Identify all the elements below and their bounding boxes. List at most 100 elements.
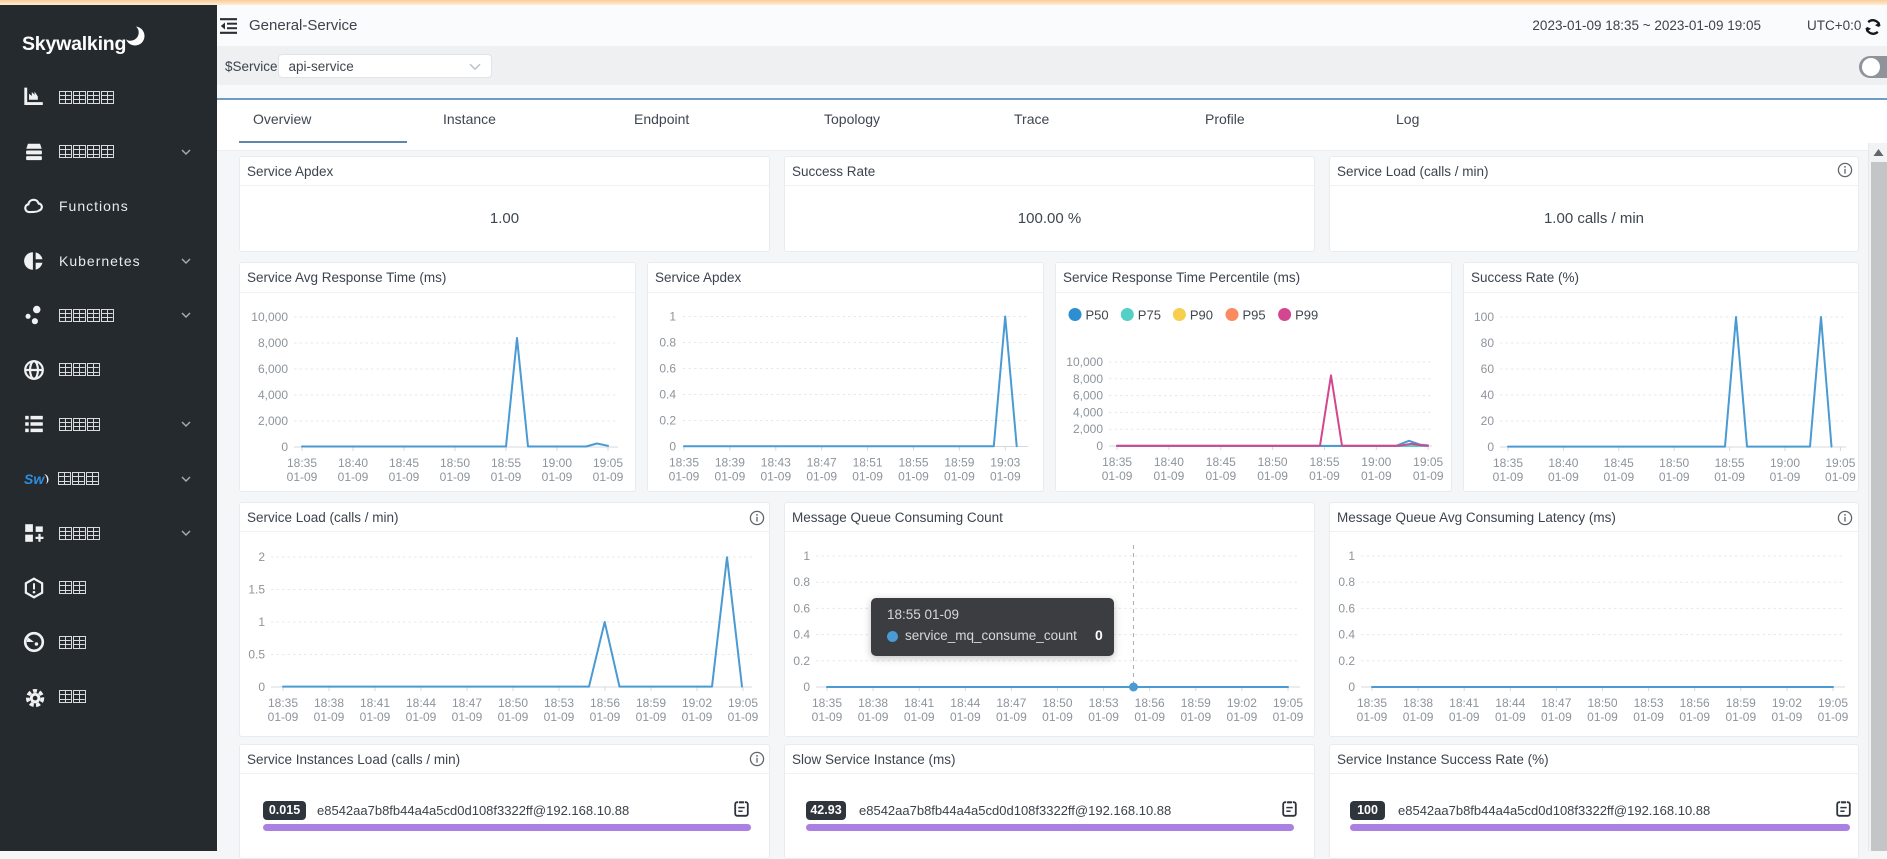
svg-text:18:41: 18:41 xyxy=(1449,696,1479,710)
svg-text:01-09: 01-09 xyxy=(338,470,369,484)
svg-text:18:50: 18:50 xyxy=(1587,696,1617,710)
svg-text:18:47: 18:47 xyxy=(996,696,1026,710)
svg-text:18:50: 18:50 xyxy=(1042,696,1072,710)
svg-text:01-09: 01-09 xyxy=(636,710,667,724)
svg-text:18:55: 18:55 xyxy=(1715,456,1745,470)
svg-text:0: 0 xyxy=(803,680,810,694)
svg-text:1: 1 xyxy=(669,310,676,324)
svg-text:01-09: 01-09 xyxy=(452,710,483,724)
svg-text:01-09: 01-09 xyxy=(1825,470,1856,484)
svg-text:01-09: 01-09 xyxy=(389,470,420,484)
svg-text:18:56: 18:56 xyxy=(1680,696,1710,710)
svg-text:01-09: 01-09 xyxy=(1102,469,1133,483)
svg-text:01-09: 01-09 xyxy=(360,710,391,724)
svg-text:100: 100 xyxy=(1474,310,1494,324)
svg-text:18:35: 18:35 xyxy=(268,696,298,710)
svg-text:0.2: 0.2 xyxy=(1338,654,1355,668)
svg-text:01-09: 01-09 xyxy=(1587,710,1618,724)
svg-text:18:41: 18:41 xyxy=(904,696,934,710)
svg-text:01-09: 01-09 xyxy=(1180,710,1211,724)
svg-text:0: 0 xyxy=(1348,680,1355,694)
svg-text:40: 40 xyxy=(1481,388,1495,402)
svg-text:20: 20 xyxy=(1481,414,1495,428)
svg-text:19:05: 19:05 xyxy=(1818,696,1848,710)
svg-text:01-09: 01-09 xyxy=(1088,710,1119,724)
svg-text:19:02: 19:02 xyxy=(1772,696,1802,710)
svg-text:18:47: 18:47 xyxy=(452,696,482,710)
svg-text:18:35: 18:35 xyxy=(1357,696,1387,710)
svg-text:19:05: 19:05 xyxy=(1825,456,1855,470)
svg-text:01-09: 01-09 xyxy=(858,710,889,724)
svg-text:19:05: 19:05 xyxy=(593,456,623,470)
svg-text:18:59: 18:59 xyxy=(1181,696,1211,710)
svg-text:01-09: 01-09 xyxy=(990,470,1021,484)
svg-text:19:05: 19:05 xyxy=(728,696,758,710)
svg-text:01-09: 01-09 xyxy=(1633,710,1664,724)
svg-text:0.6: 0.6 xyxy=(793,601,810,615)
svg-text:01-09: 01-09 xyxy=(1679,710,1710,724)
svg-text:01-09: 01-09 xyxy=(1403,710,1434,724)
svg-text:01-09: 01-09 xyxy=(593,470,624,484)
svg-text:6,000: 6,000 xyxy=(258,362,288,376)
svg-text:18:59: 18:59 xyxy=(944,456,974,470)
svg-text:18:56: 18:56 xyxy=(590,696,620,710)
svg-text:01-09: 01-09 xyxy=(904,710,935,724)
svg-text:01-09: 01-09 xyxy=(806,470,837,484)
svg-text:18:50: 18:50 xyxy=(1659,456,1689,470)
svg-text:01-09: 01-09 xyxy=(944,470,975,484)
svg-text:P75: P75 xyxy=(1138,308,1161,323)
svg-text:18:59: 18:59 xyxy=(636,696,666,710)
svg-text:18:51: 18:51 xyxy=(853,456,883,470)
svg-text:18:38: 18:38 xyxy=(858,696,888,710)
svg-text:19:00: 19:00 xyxy=(542,456,572,470)
svg-text:4,000: 4,000 xyxy=(258,388,288,402)
svg-text:2: 2 xyxy=(258,550,265,564)
svg-text:19:02: 19:02 xyxy=(1227,696,1257,710)
svg-text:18:35: 18:35 xyxy=(287,456,317,470)
svg-text:01-09: 01-09 xyxy=(715,470,746,484)
svg-text:01-09: 01-09 xyxy=(1772,710,1803,724)
svg-text:01-09: 01-09 xyxy=(590,710,621,724)
svg-text:0: 0 xyxy=(281,440,288,454)
svg-text:01-09: 01-09 xyxy=(1205,469,1236,483)
svg-text:01-09: 01-09 xyxy=(1493,470,1524,484)
svg-text:01-09: 01-09 xyxy=(287,470,318,484)
svg-text:10,000: 10,000 xyxy=(251,310,288,324)
svg-text:01-09: 01-09 xyxy=(491,470,522,484)
svg-text:4,000: 4,000 xyxy=(1073,405,1103,419)
svg-text:01-09: 01-09 xyxy=(1541,710,1572,724)
svg-text:01-09: 01-09 xyxy=(1257,469,1288,483)
svg-text:01-09: 01-09 xyxy=(1603,470,1634,484)
svg-text:1: 1 xyxy=(1348,549,1355,563)
svg-text:01-09: 01-09 xyxy=(1273,710,1304,724)
svg-text:19:05: 19:05 xyxy=(1413,455,1443,469)
svg-text:2,000: 2,000 xyxy=(1073,422,1103,436)
svg-text:01-09: 01-09 xyxy=(682,710,713,724)
svg-text:18:40: 18:40 xyxy=(1154,455,1184,469)
svg-text:01-09: 01-09 xyxy=(728,710,759,724)
svg-text:01-09: 01-09 xyxy=(812,710,843,724)
svg-text:18:50: 18:50 xyxy=(498,696,528,710)
svg-text:01-09: 01-09 xyxy=(1818,710,1849,724)
svg-text:01-09: 01-09 xyxy=(996,710,1027,724)
svg-text:0.4: 0.4 xyxy=(793,628,810,642)
svg-text:0.4: 0.4 xyxy=(1338,628,1355,642)
svg-text:01-09: 01-09 xyxy=(498,710,529,724)
svg-text:01-09: 01-09 xyxy=(1725,710,1756,724)
svg-text:01-09: 01-09 xyxy=(542,470,573,484)
svg-text:18:45: 18:45 xyxy=(1604,456,1634,470)
svg-text:0: 0 xyxy=(258,680,265,694)
svg-text:1.5: 1.5 xyxy=(248,583,265,597)
svg-text:01-09: 01-09 xyxy=(1495,710,1526,724)
svg-text:0.2: 0.2 xyxy=(793,654,810,668)
svg-text:01-09: 01-09 xyxy=(1413,469,1444,483)
svg-text:01-09: 01-09 xyxy=(1548,470,1579,484)
svg-text:18:43: 18:43 xyxy=(761,456,791,470)
svg-text:01-09: 01-09 xyxy=(760,470,791,484)
svg-text:18:44: 18:44 xyxy=(406,696,436,710)
svg-text:18:53: 18:53 xyxy=(544,696,574,710)
svg-text:01-09: 01-09 xyxy=(1134,710,1165,724)
svg-text:18:53: 18:53 xyxy=(1089,696,1119,710)
svg-text:01-09: 01-09 xyxy=(950,710,981,724)
svg-text:01-09: 01-09 xyxy=(1714,470,1745,484)
